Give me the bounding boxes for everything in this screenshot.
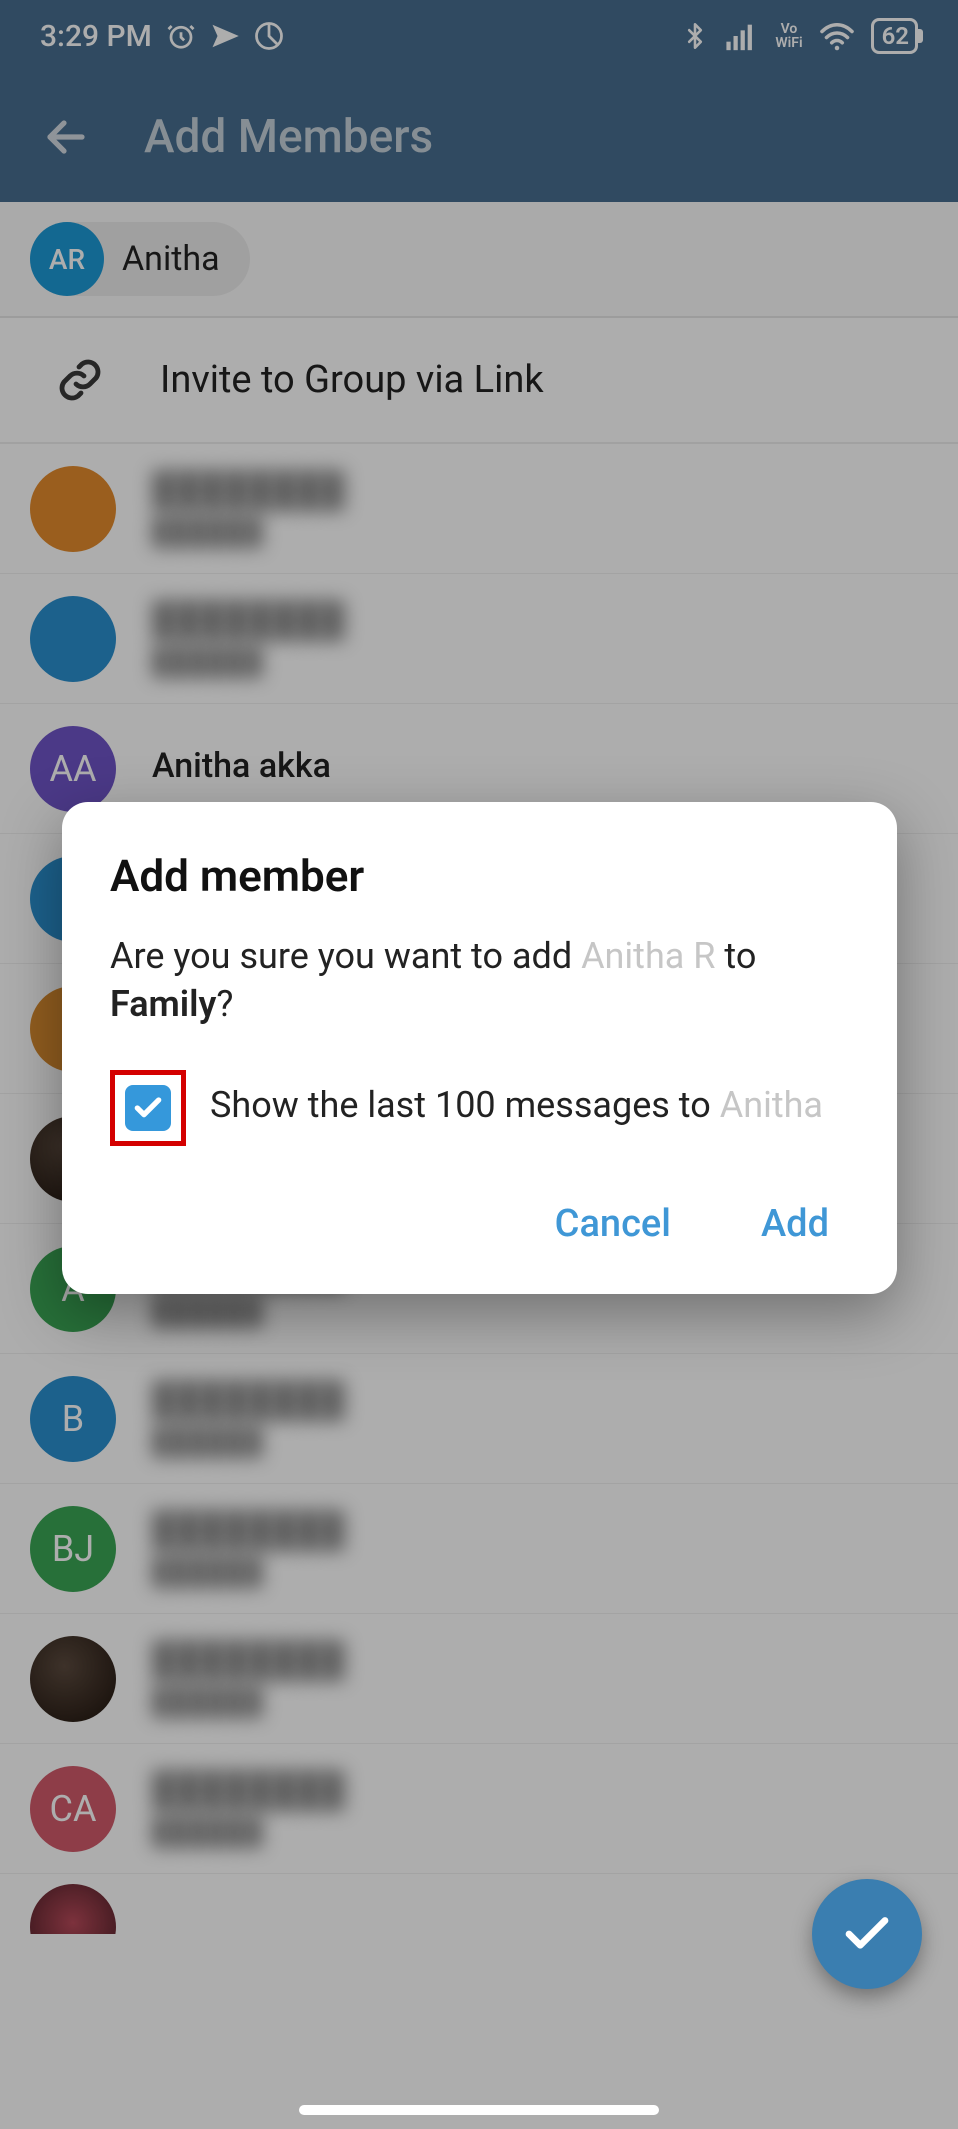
confirm-fab[interactable] (812, 1879, 922, 1989)
highlight-box (110, 1070, 186, 1146)
home-indicator[interactable] (299, 2105, 659, 2115)
show-history-checkbox[interactable] (125, 1085, 171, 1131)
check-icon (840, 1907, 894, 1961)
show-history-label: Show the last 100 messages to Anitha (210, 1070, 823, 1128)
add-button[interactable]: Add (751, 1188, 839, 1260)
dialog-body: Are you sure you want to add Anitha R to… (110, 932, 849, 1028)
show-history-row[interactable]: Show the last 100 messages to Anitha (110, 1070, 849, 1146)
dialog-title: Add member (110, 850, 849, 902)
cancel-button[interactable]: Cancel (545, 1188, 681, 1260)
add-member-dialog: Add member Are you sure you want to add … (62, 802, 897, 1294)
check-icon (132, 1092, 164, 1124)
